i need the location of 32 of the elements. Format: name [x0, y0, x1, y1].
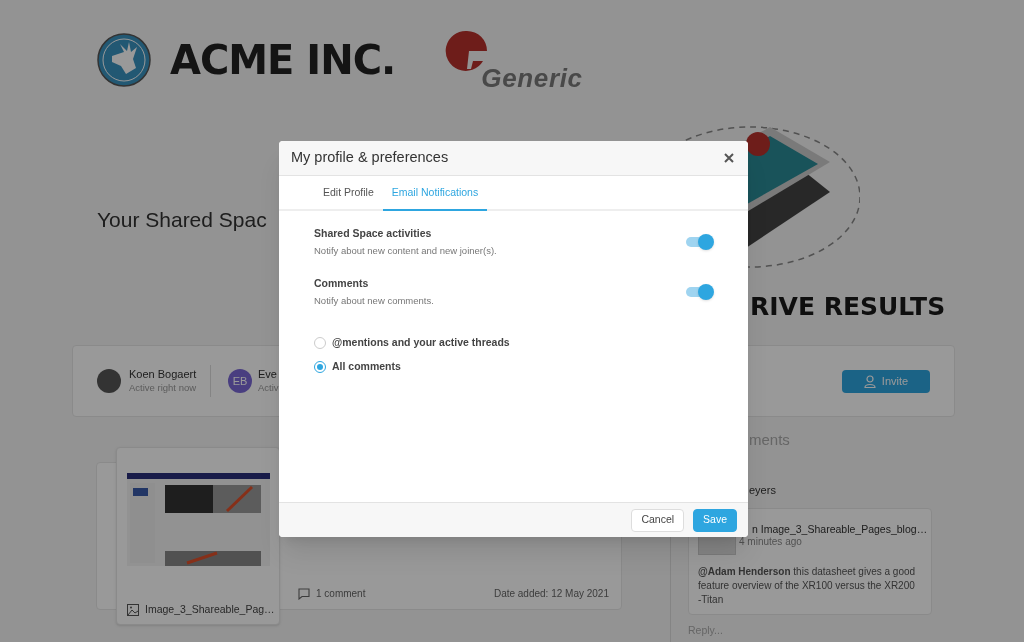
person-icon [863, 374, 876, 388]
comment-author: eyers [749, 482, 777, 498]
comment-file-name: n Image_3_Shareable_Pages_blog… [752, 523, 928, 537]
comment-time: 4 minutes ago [739, 536, 803, 549]
tab[interactable]: Email Notifications [382, 176, 488, 211]
file-name: Image_3_Shareable_Pag… [145, 602, 275, 617]
toggle-switch[interactable] [686, 233, 714, 251]
radio-label: All comments [332, 358, 401, 374]
invite-button[interactable]: Invite [842, 369, 930, 393]
image-icon [127, 603, 139, 616]
avatar-photo-placeholder [97, 369, 121, 393]
save-button[interactable]: Save [693, 508, 737, 532]
tab[interactable]: Edit Profile [314, 176, 383, 211]
page-title: Your Shared Spac [97, 207, 267, 233]
setting-title: Shared Space activities [314, 226, 433, 241]
comment-text: @Adam Henderson this datasheet gives a good feature overview of the XR100 versus the XR200 -Titan [698, 565, 917, 607]
avatar-initials: EB [228, 369, 252, 393]
hero-caption: RIVE RESULTS [750, 294, 946, 319]
member-name: Eve [258, 368, 278, 382]
setting-description: Notify about new content and new joiner(s). [314, 243, 497, 258]
setting-description: Notify about new comments. [314, 293, 434, 308]
dialog-title: My profile & preferences [291, 148, 449, 168]
cancel-button[interactable]: Cancel [631, 508, 685, 532]
comment-count: 1 comment [316, 587, 366, 601]
comment-icon [298, 587, 310, 600]
setting-title: Comments [314, 276, 370, 291]
acme-logo-text: ACME INC. [170, 40, 396, 80]
date-added: Date added: 12 May 2021 [493, 587, 609, 601]
radio-label: @mentions and your active threads [332, 335, 510, 350]
close-icon[interactable] [724, 153, 734, 163]
toggle-switch[interactable] [686, 283, 714, 301]
generic-logo-text: Generic [481, 65, 583, 91]
